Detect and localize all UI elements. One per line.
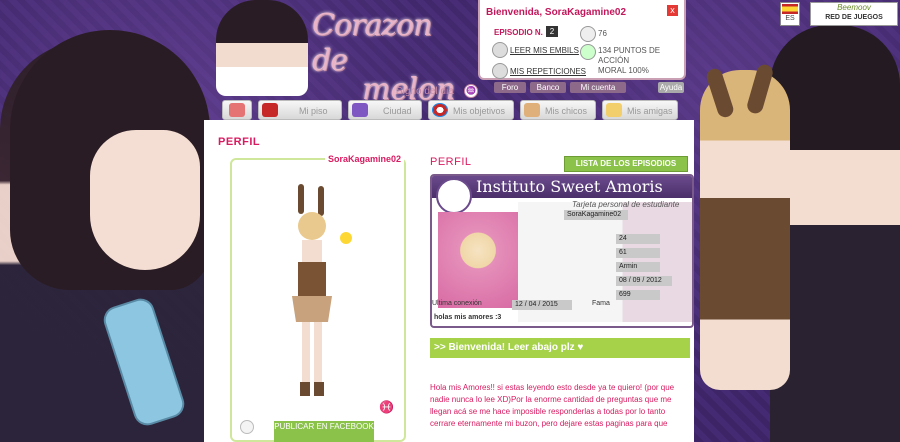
main-nav: Mi piso Ciudad Mis objetivos Mis chicos … — [218, 100, 686, 120]
mail-icon[interactable] — [492, 42, 508, 58]
welcome-text: Bienvenida, SoraKagamine02 — [486, 7, 627, 18]
profile-description: Hola mis Amores!! si estas leyendo esto … — [430, 383, 675, 428]
city-icon — [352, 103, 368, 117]
language-flag[interactable]: ES — [780, 2, 800, 26]
radio-dot[interactable] — [240, 420, 254, 434]
bank-button[interactable]: Banco — [530, 82, 566, 93]
anime-girl-left-face — [90, 130, 200, 270]
card-field2: 61 — [616, 248, 660, 258]
card-date2: 12 / 04 / 2015 — [512, 300, 572, 310]
site-logo[interactable]: Corazon de melon — [312, 8, 472, 107]
dollar-coin-icon — [580, 26, 596, 42]
card-subtitle: Tarjeta personal de estudiante — [572, 200, 680, 209]
avatar-image — [292, 184, 332, 396]
welcome-banner: >> Bienvenida! Leer abajo plz ♥ — [430, 338, 690, 358]
chick-icon — [340, 232, 352, 244]
my-account-button[interactable]: Mi cuenta — [570, 82, 626, 93]
publish-facebook-button[interactable]: PUBLICAR EN FACEBOOK — [274, 421, 374, 442]
coins-value: 76 — [598, 29, 607, 38]
user-panel: Bienvenida, SoraKagamine02 x EPISODIO N.… — [478, 0, 686, 80]
episodes-list-button[interactable]: LISTA DE LOS EPISODIOS — [564, 156, 688, 172]
tab-label: Mis objetivos — [453, 106, 506, 116]
tab-friends[interactable]: Mis amigas — [602, 100, 678, 120]
bunny-girl-image — [700, 70, 790, 390]
card-avatar-photo — [438, 212, 518, 308]
tab-label: Ciudad — [383, 106, 412, 116]
target-icon — [432, 103, 448, 117]
tab-city[interactable]: Ciudad — [348, 100, 422, 120]
sign-of-day-label: Signo del dia — [396, 86, 454, 97]
avatar-username: SoraKagamine02 — [325, 154, 405, 164]
girl-icon — [606, 103, 622, 117]
action-points-icon — [580, 44, 596, 60]
tab-home[interactable] — [222, 100, 252, 120]
network-name: Beemoov — [837, 3, 871, 12]
card-bio: holas mis amores :3 — [434, 314, 502, 321]
anime-girl-top-image — [216, 0, 308, 96]
repeats-link[interactable]: MIS REPETICIONES — [510, 67, 586, 76]
home-icon — [229, 103, 245, 117]
boy-icon — [524, 103, 540, 117]
card-date1: 08 / 09 / 2012 — [616, 276, 672, 286]
card-label-last: Ultima conexión — [432, 300, 482, 307]
main-content: PERFIL SoraKagamine02 ♓ PUBLICAR EN FACE… — [204, 120, 694, 442]
page-title: PERFIL — [218, 136, 261, 148]
forum-button[interactable]: Foro — [494, 82, 526, 93]
student-card: Instituto Sweet Amoris Tarjeta personal … — [430, 174, 694, 328]
tab-label: Mis amigas — [627, 106, 673, 116]
network-subtitle: RED DE JUEGOS — [825, 14, 883, 21]
network-logo[interactable]: Beemoov RED DE JUEGOS — [810, 2, 898, 26]
tab-my-flat[interactable]: Mi piso — [258, 100, 342, 120]
tab-boys[interactable]: Mis chicos — [520, 100, 596, 120]
card-title: Instituto Sweet Amoris — [476, 177, 663, 196]
cupcake-logo-icon — [436, 178, 472, 214]
language-code: ES — [785, 15, 795, 22]
tab-objectives[interactable]: Mis objetivos — [428, 100, 514, 120]
card-lover: Armin — [616, 262, 660, 272]
pisces-icon: ♓ — [379, 400, 394, 414]
tab-label: Mis chicos — [545, 106, 588, 116]
close-icon[interactable]: x — [667, 5, 678, 16]
card-age: 24 — [616, 234, 660, 244]
profile-subtitle: PERFIL — [430, 156, 472, 168]
logo-line1: Corazon de — [312, 8, 432, 78]
card-name: SoraKagamine02 — [564, 210, 628, 220]
replay-icon[interactable] — [492, 63, 508, 79]
card-label-points: Fama — [592, 300, 610, 307]
morale-text: MORAL 100% — [598, 66, 649, 75]
tab-label: Mi piso — [299, 106, 328, 116]
zodiac-sign-icon[interactable]: ♒ — [464, 84, 478, 98]
bed-icon — [262, 103, 278, 117]
card-points: 699 — [616, 290, 660, 300]
help-button[interactable]: Ayuda — [658, 82, 684, 93]
action-points-text: 134 PUNTOS DE ACCIÓN — [598, 46, 661, 65]
messages-link[interactable]: LEER MIS EMBILS — [510, 46, 579, 55]
spain-flag-icon — [782, 4, 798, 14]
episode-number[interactable]: 2 — [546, 26, 558, 37]
episode-label[interactable]: EPISODIO N. — [494, 28, 543, 37]
